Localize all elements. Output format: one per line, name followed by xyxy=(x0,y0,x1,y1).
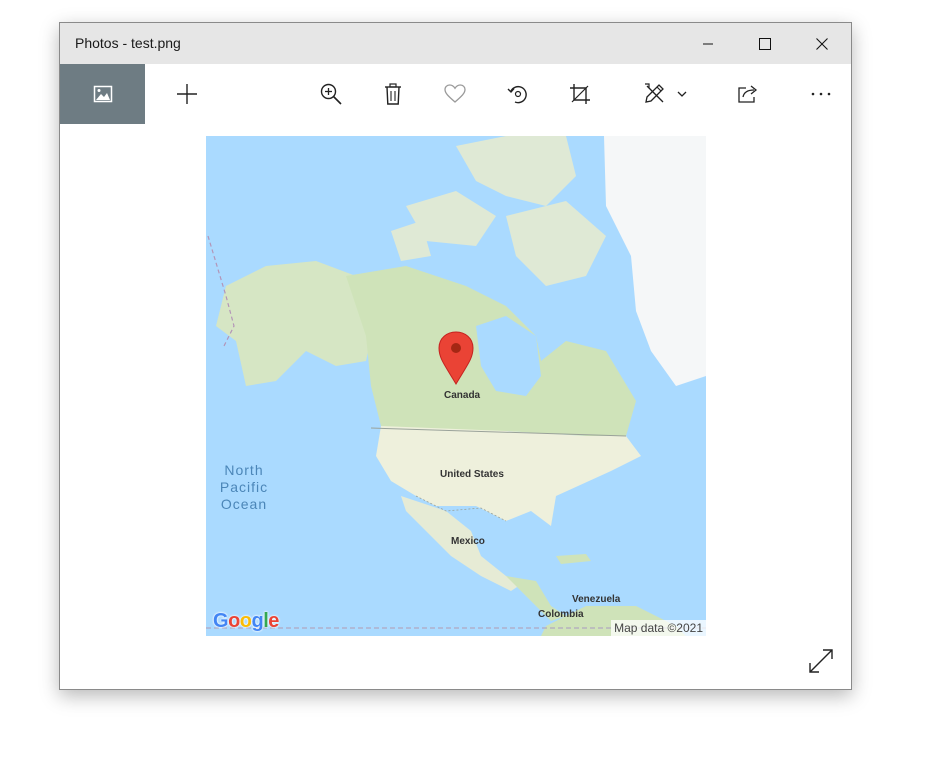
heart-icon xyxy=(444,84,466,103)
rotate-icon xyxy=(507,85,527,104)
edit-draw-icon xyxy=(645,83,664,103)
photo-map-image: Canada United States Mexico Venezuela Co… xyxy=(206,136,706,636)
fullscreen-button[interactable] xyxy=(805,645,837,677)
minimize-button[interactable] xyxy=(680,23,736,64)
close-button[interactable] xyxy=(794,23,850,64)
rotate-button[interactable] xyxy=(497,64,539,124)
edit-dropdown[interactable] xyxy=(672,64,692,124)
map-label-colombia: Colombia xyxy=(538,609,584,620)
close-icon xyxy=(816,37,828,50)
expand-icon xyxy=(809,649,833,673)
minimize-icon xyxy=(703,43,713,44)
maximize-button[interactable] xyxy=(737,23,793,64)
delete-button[interactable] xyxy=(372,64,414,124)
view-image-button[interactable] xyxy=(60,64,145,124)
toolbar xyxy=(60,64,851,124)
photos-window: Photos - test.png Canada United States M… xyxy=(59,22,852,690)
add-icon xyxy=(177,84,197,104)
zoom-in-icon xyxy=(320,83,342,105)
zoom-in-button[interactable] xyxy=(310,64,352,124)
map-label-mexico: Mexico xyxy=(451,536,485,547)
view-image-icon xyxy=(93,85,112,103)
chevron-down-icon xyxy=(677,91,687,97)
title-bar: Photos - test.png xyxy=(60,23,851,64)
delete-icon xyxy=(385,83,401,105)
edit-create-button[interactable] xyxy=(634,64,676,124)
map-label-ocean: North Pacific Ocean xyxy=(219,462,269,512)
favorite-button[interactable] xyxy=(434,64,476,124)
map-label-venezuela: Venezuela xyxy=(572,594,621,605)
window-title: Photos - test.png xyxy=(75,35,181,51)
share-icon xyxy=(738,85,758,103)
share-button[interactable] xyxy=(727,64,769,124)
map-landmass xyxy=(206,136,706,636)
map-label-canada: Canada xyxy=(444,390,481,401)
add-button[interactable] xyxy=(165,64,209,124)
more-button[interactable] xyxy=(800,64,842,124)
crop-icon xyxy=(570,84,590,104)
maximize-icon xyxy=(759,37,771,50)
google-logo: Google xyxy=(213,610,279,632)
map-label-united-states: United States xyxy=(440,469,504,480)
map-attribution: Map data ©2021 xyxy=(611,620,706,636)
crop-button[interactable] xyxy=(559,64,601,124)
more-icon xyxy=(811,92,831,96)
